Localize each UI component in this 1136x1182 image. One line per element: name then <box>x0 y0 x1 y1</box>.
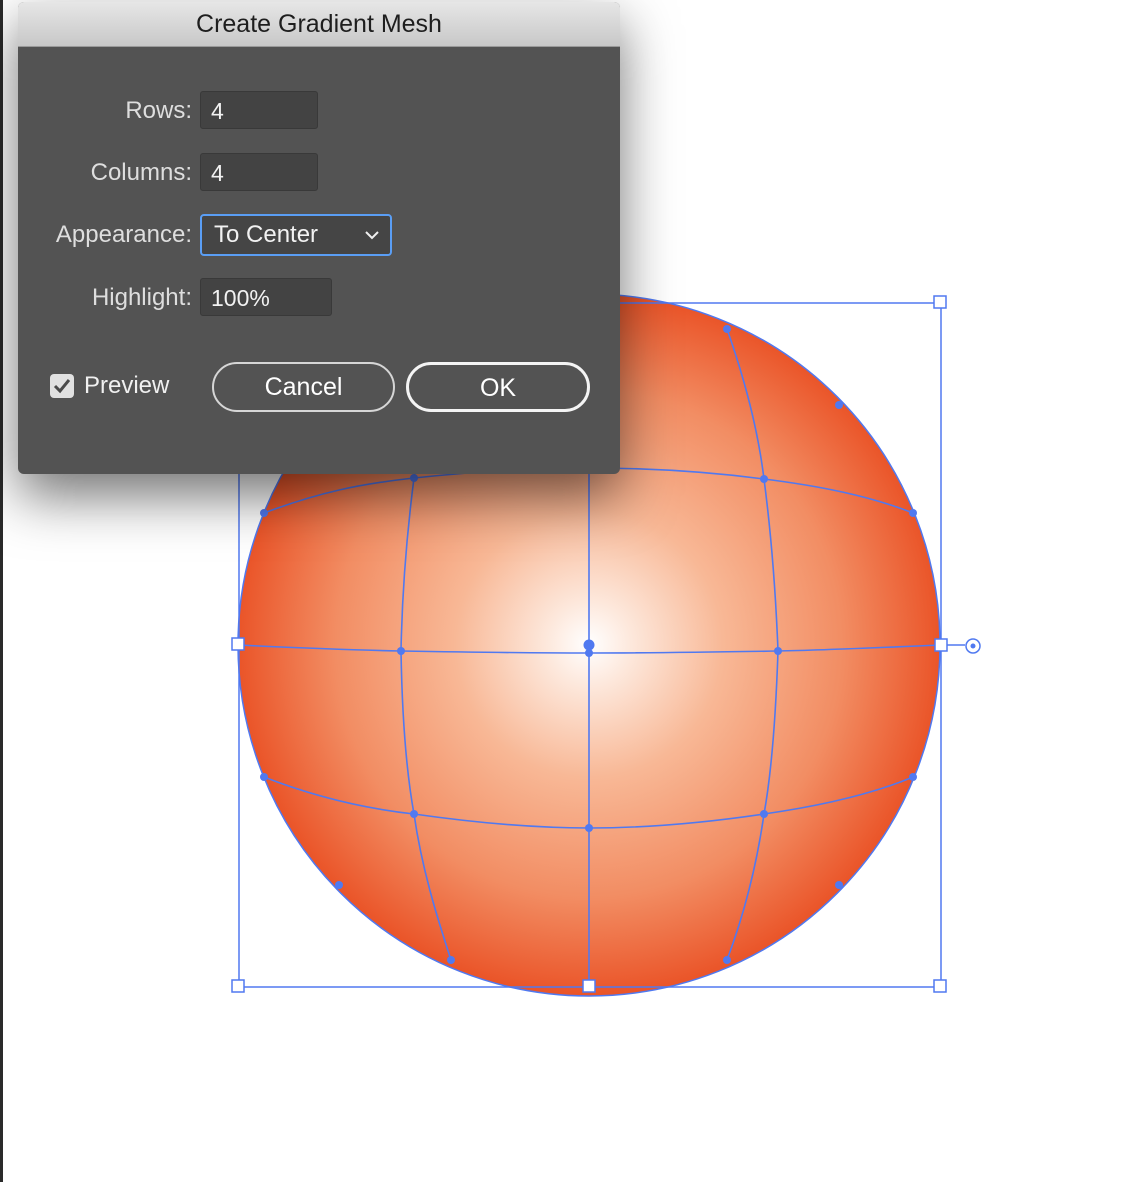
dialog-title: Create Gradient Mesh <box>18 2 620 47</box>
rows-input[interactable]: 4 <box>200 91 318 129</box>
columns-input[interactable]: 4 <box>200 153 318 191</box>
preview-checkbox[interactable] <box>50 374 74 398</box>
highlight-label: Highlight: <box>91 284 192 311</box>
chevron-down-icon <box>365 231 379 240</box>
appearance-select[interactable]: To Center <box>200 214 392 256</box>
rows-row: Rows: 4 <box>18 91 620 131</box>
preview-label[interactable]: Preview <box>84 370 169 402</box>
columns-label: Columns: <box>90 159 192 186</box>
appearance-row: Appearance: To Center <box>18 214 620 256</box>
create-gradient-mesh-dialog: Create Gradient Mesh Rows: 4 Columns: 4 … <box>18 2 620 474</box>
highlight-row: Highlight: 100% <box>18 278 620 318</box>
ok-button[interactable]: OK <box>406 362 590 412</box>
center-point-icon[interactable] <box>965 638 981 654</box>
checkmark-icon <box>53 379 71 394</box>
appearance-label: Appearance: <box>55 221 192 248</box>
rows-label: Rows: <box>125 97 192 124</box>
columns-row: Columns: 4 <box>18 153 620 193</box>
cancel-button[interactable]: Cancel <box>212 362 395 412</box>
highlight-input[interactable]: 100% <box>200 278 332 316</box>
appearance-select-value: To Center <box>214 221 319 248</box>
